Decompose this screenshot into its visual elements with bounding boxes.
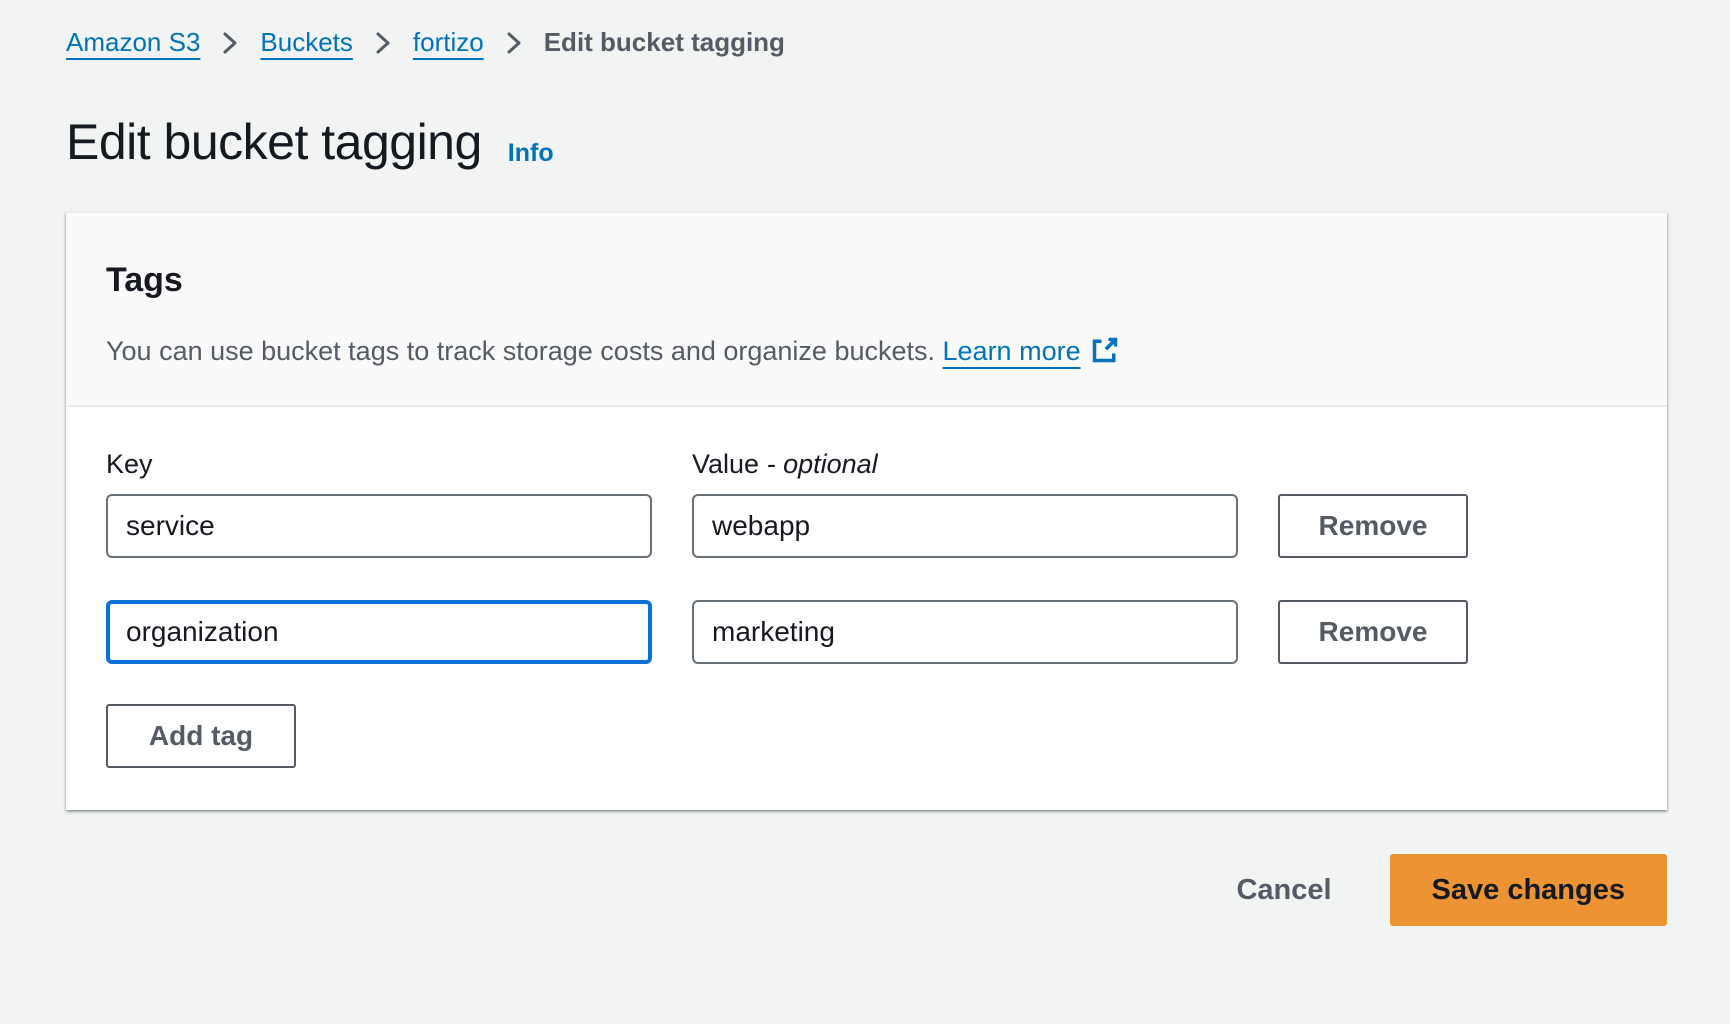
column-labels: Key Value - optional <box>106 449 1627 480</box>
tag-rows: Remove Remove <box>106 494 1627 664</box>
page-header: Edit bucket tagging Info <box>66 112 1667 172</box>
cancel-button[interactable]: Cancel <box>1236 874 1331 907</box>
tags-panel: Tags You can use bucket tags to track st… <box>66 212 1667 810</box>
tags-panel-header: Tags You can use bucket tags to track st… <box>66 213 1667 407</box>
breadcrumb-link-amazon-s3[interactable]: Amazon S3 <box>66 27 200 58</box>
external-link-icon <box>1091 336 1119 364</box>
breadcrumb-link-fortizo[interactable]: fortizo <box>413 27 484 58</box>
tag-value-input-1[interactable] <box>692 494 1238 558</box>
tag-key-input-1[interactable] <box>106 494 652 558</box>
learn-more-label: Learn more <box>943 336 1081 366</box>
key-column-label: Key <box>106 449 652 480</box>
form-actions: Cancel Save changes <box>66 854 1667 926</box>
value-optional-label: - optional <box>767 449 878 479</box>
remove-tag-button-1[interactable]: Remove <box>1278 494 1468 558</box>
info-link[interactable]: Info <box>508 139 554 168</box>
save-changes-button[interactable]: Save changes <box>1390 854 1667 926</box>
tag-value-input-2[interactable] <box>692 600 1238 664</box>
chevron-right-icon <box>222 30 238 56</box>
panel-heading: Tags <box>106 259 1627 301</box>
page-title: Edit bucket tagging <box>66 112 482 172</box>
tags-editor: Key Value - optional Remove Remove Add t… <box>66 407 1667 810</box>
value-column-label: Value - optional <box>692 449 1238 480</box>
chevron-right-icon <box>375 30 391 56</box>
page: Amazon S3 Buckets fortizo Edit bucket ta… <box>0 0 1730 926</box>
chevron-right-icon <box>506 30 522 56</box>
learn-more-link[interactable]: Learn more <box>943 336 1119 366</box>
breadcrumb-current-page: Edit bucket tagging <box>544 27 785 58</box>
panel-description-text: You can use bucket tags to track storage… <box>106 336 935 366</box>
tag-key-input-2[interactable] <box>106 600 652 664</box>
add-tag-button[interactable]: Add tag <box>106 704 296 768</box>
breadcrumb-link-buckets[interactable]: Buckets <box>260 27 353 58</box>
remove-tag-button-2[interactable]: Remove <box>1278 600 1468 664</box>
panel-description: You can use bucket tags to track storage… <box>106 335 1627 367</box>
value-label-text: Value <box>692 449 759 479</box>
breadcrumb: Amazon S3 Buckets fortizo Edit bucket ta… <box>66 27 1667 58</box>
